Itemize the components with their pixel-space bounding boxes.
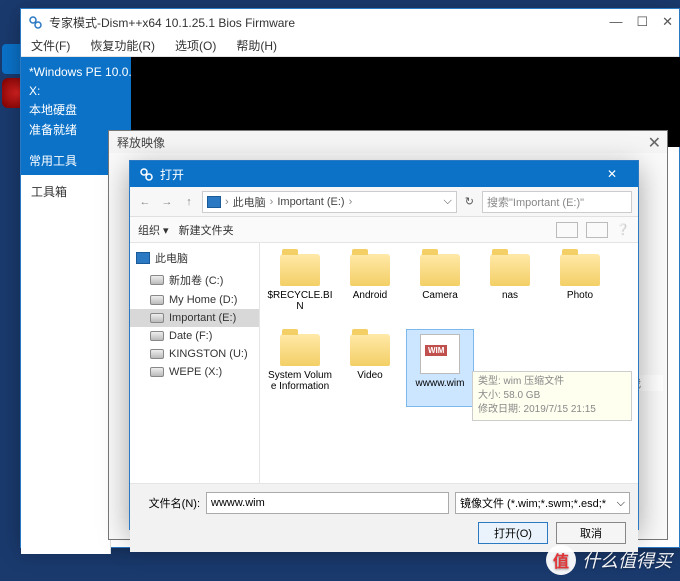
dialog-footer: 文件名(N): 镜像文件 (*.wim;*.swm;*.esd;* ⌵ 打开(O… [130, 483, 638, 552]
open-file-dialog: 打开 ✕ ← → ↑ › 此电脑 › Important (E:) › ⌵ ↻ … [129, 160, 639, 530]
release-dialog-title[interactable]: 释放映像 [109, 131, 667, 153]
nav-tree[interactable]: 此电脑 新加卷 (C:) My Home (D:) Important (E:)… [130, 243, 260, 483]
window-title: 专家模式-Dism++x64 10.1.25.1 Bios Firmware [49, 14, 295, 31]
help-icon[interactable]: ❔ [616, 223, 630, 236]
folder-item[interactable]: Camera [406, 249, 474, 327]
tree-drive[interactable]: WEPE (X:) [130, 363, 259, 381]
left-sidebar: 常用工具 工具箱 [21, 146, 111, 554]
open-button[interactable]: 打开(O) [478, 522, 548, 544]
watermark: 值 什么值得买 [546, 545, 672, 575]
app-icon [138, 166, 154, 182]
tree-drive[interactable]: 新加卷 (C:) [130, 269, 259, 291]
drive-icon [150, 275, 164, 285]
toolbar: 组织 ▾ 新建文件夹 ❔ [130, 217, 638, 243]
watermark-text: 什么值得买 [582, 547, 672, 573]
drive-icon [150, 295, 164, 305]
close-icon[interactable]: ✕ [648, 133, 661, 153]
folder-icon [560, 254, 600, 286]
folder-item[interactable]: Photo [546, 249, 614, 327]
menu-options[interactable]: 选项(O) [171, 35, 220, 56]
pc-icon [207, 196, 221, 208]
folder-item[interactable]: Android [336, 249, 404, 327]
file-list[interactable]: $RECYCLE.BIN Android Camera nas Photo Sy… [260, 243, 638, 483]
menu-help[interactable]: 帮助(H) [232, 35, 281, 56]
folder-icon [490, 254, 530, 286]
file-name-label: 文件名(N): [138, 495, 200, 511]
pc-icon [136, 252, 150, 264]
file-item-wim[interactable]: wwww.wim [406, 329, 474, 407]
dialog-title: 打开 [160, 166, 184, 183]
file-tooltip: 类型: wim 压缩文件 大小: 58.0 GB 修改日期: 2019/7/15… [472, 371, 632, 421]
forward-button[interactable]: → [158, 193, 176, 211]
tree-drive[interactable]: KINGSTON (U:) [130, 345, 259, 363]
view-icons-button[interactable] [556, 222, 578, 238]
search-placeholder: 搜索"Important (E:)" [487, 194, 584, 210]
folder-item[interactable]: $RECYCLE.BIN [266, 249, 334, 327]
close-button[interactable]: ✕ [662, 14, 673, 30]
folder-item[interactable]: nas [476, 249, 544, 327]
drive-icon [150, 313, 164, 323]
sidebar-item-toolbox[interactable]: 工具箱 [21, 175, 110, 208]
folder-icon [280, 254, 320, 286]
close-button[interactable]: ✕ [594, 161, 630, 187]
maximize-button[interactable]: ☐ [636, 14, 648, 30]
organize-menu[interactable]: 组织 ▾ [138, 222, 169, 238]
new-folder-button[interactable]: 新建文件夹 [179, 222, 234, 238]
refresh-button[interactable]: ↻ [461, 195, 478, 208]
sidebar-header[interactable]: 常用工具 [21, 146, 110, 175]
tree-drive[interactable]: Date (F:) [130, 327, 259, 345]
cancel-button[interactable]: 取消 [556, 522, 626, 544]
tree-drive[interactable]: Important (E:) [130, 309, 259, 327]
watermark-badge: 值 [546, 545, 576, 575]
menu-recovery[interactable]: 恢复功能(R) [86, 35, 159, 56]
tree-drive[interactable]: My Home (D:) [130, 291, 259, 309]
search-input[interactable]: 搜索"Important (E:)" [482, 191, 632, 213]
title-bar[interactable]: 专家模式-Dism++x64 10.1.25.1 Bios Firmware —… [21, 9, 679, 35]
drive-icon [150, 367, 164, 377]
folder-icon [350, 334, 390, 366]
minimize-button[interactable]: — [609, 14, 622, 30]
wim-file-icon [420, 334, 460, 374]
menu-bar: 文件(F) 恢复功能(R) 选项(O) 帮助(H) [21, 35, 679, 57]
view-details-button[interactable] [586, 222, 608, 238]
dialog-title-bar[interactable]: 打开 ✕ [130, 161, 638, 187]
back-button[interactable]: ← [136, 193, 154, 211]
breadcrumb-folder[interactable]: Important (E:) [277, 196, 344, 208]
chevron-down-icon[interactable]: ⌵ [443, 195, 451, 208]
folder-icon [350, 254, 390, 286]
file-name-input[interactable] [206, 492, 449, 514]
file-type-select[interactable]: 镜像文件 (*.wim;*.swm;*.esd;* ⌵ [455, 492, 630, 514]
folder-item[interactable]: System Volume Information [266, 329, 334, 407]
drive-icon [150, 349, 164, 359]
breadcrumb[interactable]: › 此电脑 › Important (E:) › ⌵ [202, 191, 457, 213]
menu-file[interactable]: 文件(F) [27, 35, 74, 56]
address-bar: ← → ↑ › 此电脑 › Important (E:) › ⌵ ↻ 搜索"Im… [130, 187, 638, 217]
folder-icon [420, 254, 460, 286]
breadcrumb-pc[interactable]: 此电脑 [233, 194, 266, 210]
tree-this-pc[interactable]: 此电脑 [130, 247, 259, 269]
folder-icon [280, 334, 320, 366]
drive-icon [150, 331, 164, 341]
app-icon [27, 14, 43, 30]
chevron-down-icon: ⌵ [617, 497, 625, 510]
folder-item[interactable]: Video [336, 329, 404, 407]
up-button[interactable]: ↑ [180, 193, 198, 211]
